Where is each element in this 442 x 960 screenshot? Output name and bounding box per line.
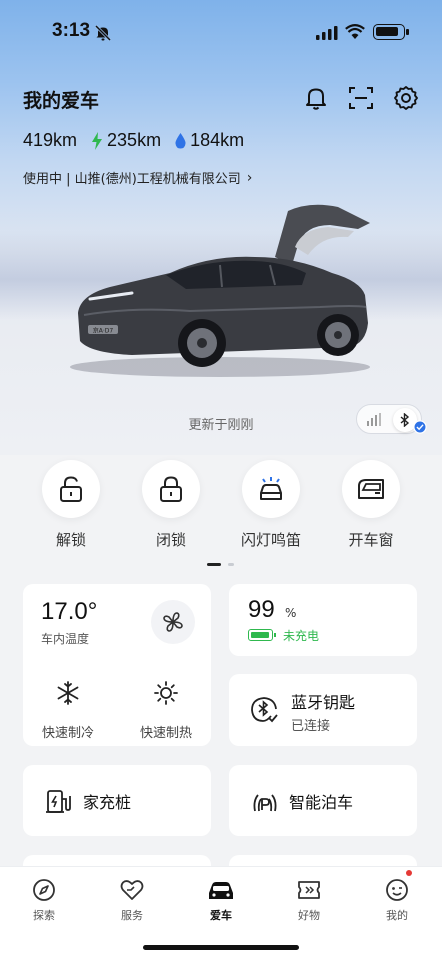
battery-percent-value: 99 — [248, 596, 275, 623]
charging-pile-icon — [46, 790, 71, 813]
notification-bell-icon[interactable] — [302, 84, 330, 112]
flash-horn-action[interactable]: 闪灯鸣笛 — [241, 460, 301, 550]
bluetooth-key-card[interactable]: 蓝牙钥匙 已连接 — [229, 674, 417, 746]
compass-icon — [33, 879, 55, 901]
smart-parking-label: 智能泊车 — [289, 793, 354, 812]
fuel-range-value: 184km — [190, 130, 245, 150]
smart-parking-card[interactable]: 智能泊车 — [229, 765, 417, 836]
lock-action[interactable]: 闭锁 — [141, 460, 201, 550]
tab-shop-label: 好物 — [298, 909, 320, 922]
car-icon — [209, 882, 233, 899]
usage-status-link[interactable]: 使用中 | 山推(德州)工程机械有限公司 › — [23, 168, 253, 188]
status-time: 3:13 — [52, 20, 91, 41]
quick-cool-label: 快速制冷 — [41, 726, 94, 741]
climate-card[interactable]: 17.0° 车内温度 快速制冷 快速制热 — [23, 584, 211, 746]
window-icon — [358, 479, 384, 499]
notification-dot — [406, 870, 412, 876]
tab-explore[interactable]: 探索 — [14, 877, 74, 923]
flash-horn-label: 闪灯鸣笛 — [240, 531, 301, 549]
total-range-value: 419km — [23, 130, 78, 150]
lightning-icon — [92, 131, 103, 150]
tab-my-car[interactable]: 爱车 — [191, 877, 251, 923]
open-window-action[interactable]: 开车窗 — [341, 460, 401, 550]
bluetooth-key-icon — [251, 697, 278, 723]
quick-heat-button[interactable]: 快速制热 — [126, 680, 206, 741]
open-window-button[interactable] — [342, 460, 400, 518]
chevron-right-icon: › — [246, 169, 253, 186]
tab-my-car-label: 爱车 — [210, 909, 232, 922]
service-heart-icon — [120, 880, 144, 900]
wifi-icon — [345, 24, 365, 39]
tab-service[interactable]: 服务 — [102, 877, 162, 923]
snowflake-icon — [57, 681, 79, 705]
profile-icon — [386, 879, 408, 901]
page-dot — [228, 563, 235, 566]
connection-toggle[interactable] — [356, 404, 422, 434]
lock-label: 闭锁 — [155, 531, 186, 549]
vehicle-image: 京A·D7 — [70, 204, 370, 377]
license-plate: 京A·D7 — [93, 327, 114, 335]
network-signal-icon — [367, 413, 381, 426]
bluetooth-icon — [400, 413, 410, 427]
charging-status: 未充电 — [283, 629, 320, 643]
tab-profile[interactable]: 我的 — [367, 877, 427, 923]
quick-cool-button[interactable]: 快速制冷 — [28, 680, 108, 741]
battery-percent-unit: % — [285, 606, 297, 620]
settings-gear-icon[interactable] — [392, 84, 420, 112]
unlock-label: 解锁 — [55, 531, 86, 549]
tab-profile-label: 我的 — [386, 909, 408, 922]
lock-icon — [160, 476, 182, 502]
quick-heat-label: 快速制热 — [139, 726, 192, 741]
tab-service-label: 服务 — [121, 909, 143, 922]
connected-check-icon — [413, 420, 427, 434]
unlock-icon — [60, 476, 82, 502]
electric-range-value: 235km — [107, 130, 162, 150]
usage-status-text: 使用中 | 山推(德州)工程机械有限公司 — [23, 172, 241, 187]
page-indicator — [207, 563, 235, 582]
ticket-icon — [298, 881, 320, 899]
home-charger-label: 家充桩 — [83, 793, 132, 812]
bluetooth-key-status: 已连接 — [291, 719, 331, 734]
fan-icon — [163, 612, 183, 632]
silent-mode-icon — [94, 24, 112, 42]
battery-card[interactable]: 99 % 未充电 — [229, 584, 417, 656]
smart-parking-icon — [253, 794, 277, 812]
flash-horn-icon — [260, 477, 282, 500]
cabin-temperature-value: 17.0° — [41, 598, 98, 625]
fuel-drop-icon — [175, 132, 186, 148]
cellular-signal-icon — [316, 26, 338, 40]
tab-shop[interactable]: 好物 — [279, 877, 339, 923]
unlock-action[interactable]: 解锁 — [41, 460, 101, 550]
device-battery-icon — [373, 24, 409, 40]
battery-level-icon — [248, 629, 276, 641]
range-summary: 419km 235km 184km — [23, 130, 258, 151]
home-indicator[interactable] — [143, 945, 299, 950]
unlock-button[interactable] — [42, 460, 100, 518]
flash-horn-button[interactable] — [242, 460, 300, 518]
lock-button[interactable] — [142, 460, 200, 518]
open-window-label: 开车窗 — [348, 531, 394, 549]
bluetooth-key-title: 蓝牙钥匙 — [291, 693, 356, 712]
fan-button[interactable] — [151, 600, 195, 644]
tab-explore-label: 探索 — [33, 909, 55, 922]
page-title: 我的爱车 — [23, 90, 100, 112]
page-dot-active — [207, 563, 221, 566]
scan-icon[interactable] — [347, 84, 375, 112]
cabin-temperature-label: 车内温度 — [41, 632, 90, 646]
sun-icon — [154, 681, 178, 705]
status-bar: 3:13 — [0, 0, 442, 66]
home-charger-card[interactable]: 家充桩 — [23, 765, 211, 836]
